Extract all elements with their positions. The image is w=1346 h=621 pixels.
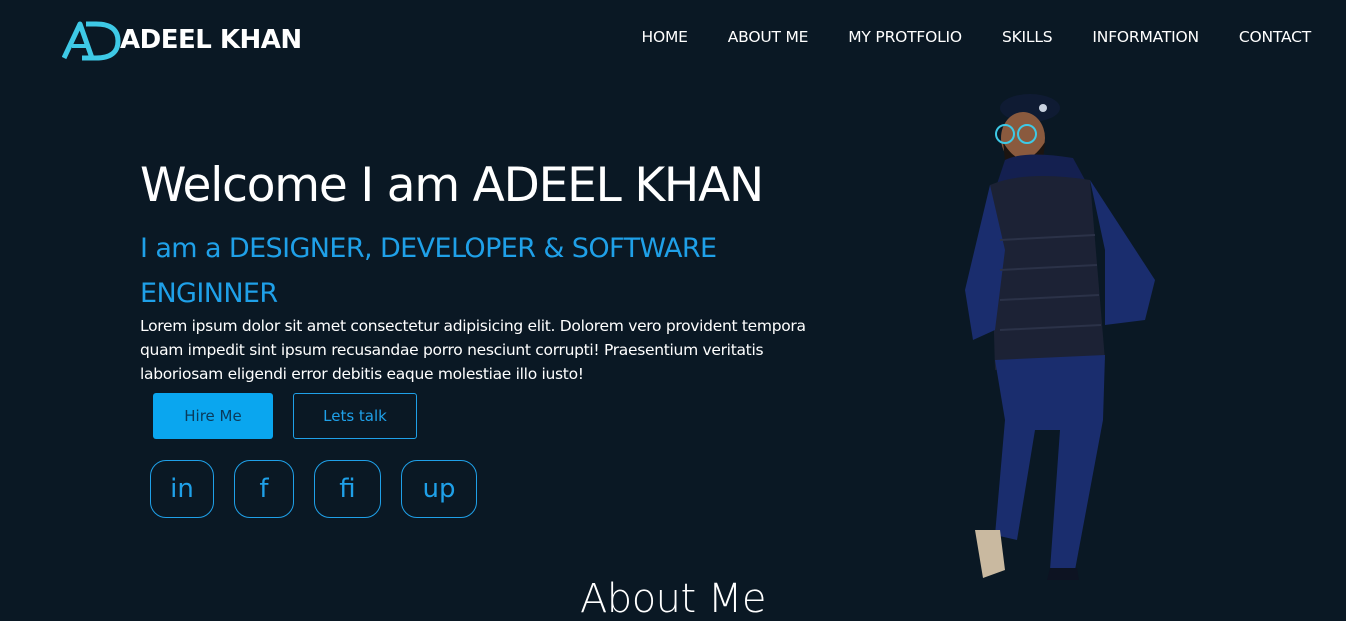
ad-monogram-icon	[62, 21, 121, 61]
site-logo[interactable]: ADEEL KHAN	[62, 18, 302, 62]
person-photo	[965, 94, 1155, 580]
logo-text: ADEEL KHAN	[120, 25, 302, 55]
about-me-heading: About Me	[579, 576, 767, 621]
linkedin-link[interactable]: in	[150, 460, 214, 518]
nav-portfolio[interactable]: MY PROTFOLIO	[848, 28, 962, 46]
nav-skills[interactable]: SKILLS	[1002, 28, 1053, 46]
main-nav: HOME ABOUT ME MY PROTFOLIO SKILLS INFORM…	[602, 28, 1312, 46]
upwork-link[interactable]: up	[401, 460, 477, 518]
facebook-link[interactable]: f	[234, 460, 294, 518]
nav-home[interactable]: HOME	[642, 28, 688, 46]
hero-description: Lorem ipsum dolor sit amet consectetur a…	[140, 317, 806, 383]
hero-subtitle: I am a DESIGNER, DEVELOPER & SOFTWARE EN…	[140, 233, 717, 309]
fiverr-link[interactable]: fi	[314, 460, 381, 518]
lets-talk-button[interactable]: Lets talk	[293, 393, 417, 439]
page: ADEEL KHAN HOME ABOUT ME MY PROTFOLIO SK…	[0, 0, 1346, 621]
nav-about-me[interactable]: ABOUT ME	[728, 28, 809, 46]
nav-information[interactable]: INFORMATION	[1092, 28, 1199, 46]
hire-me-button[interactable]: Hire Me	[153, 393, 273, 439]
nav-contact[interactable]: CONTACT	[1239, 28, 1311, 46]
hero-title: Welcome I am ADEEL KHAN	[140, 158, 764, 213]
